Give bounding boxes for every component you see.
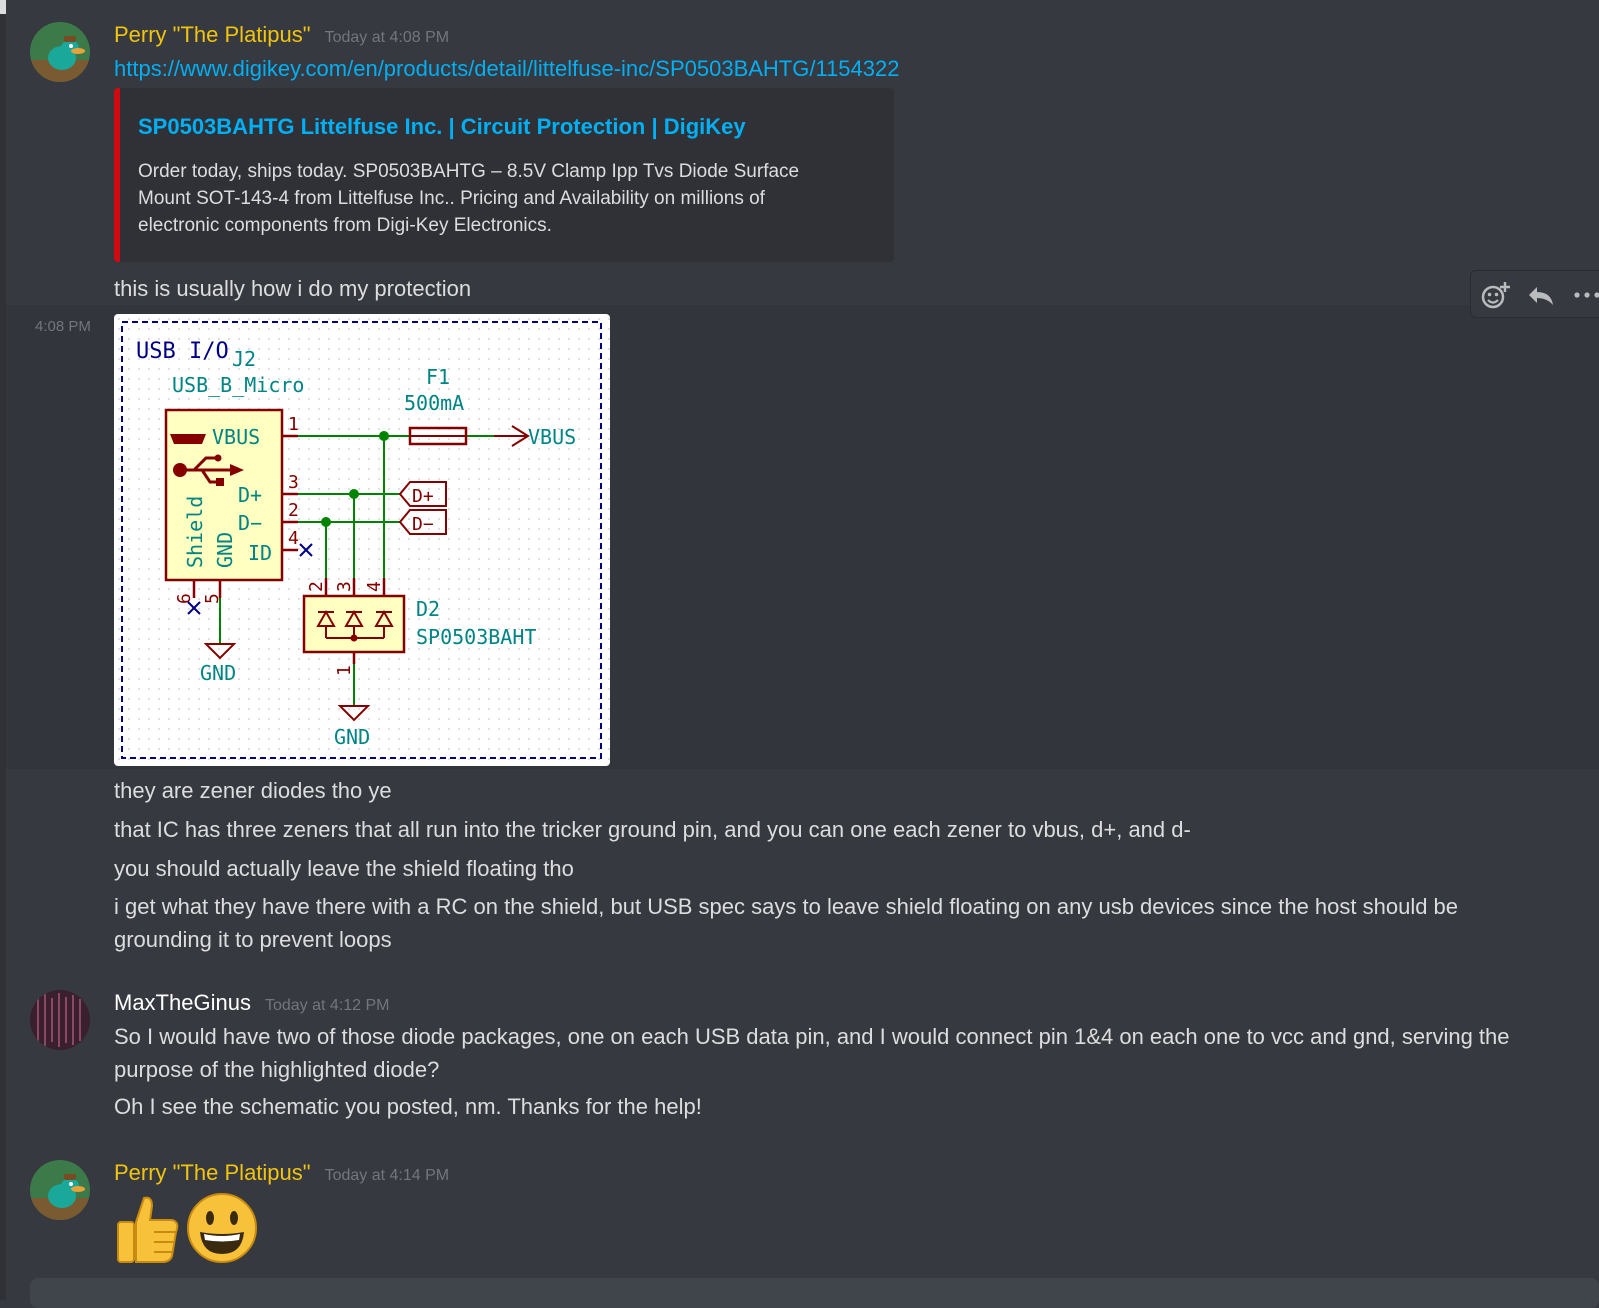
- f1-value: 500mA: [404, 391, 464, 415]
- embed-title[interactable]: SP0503BAHTG Littelfuse Inc. | Circuit Pr…: [138, 114, 746, 140]
- port-dm-label: D−: [412, 514, 434, 535]
- timestamp: Today at 4:14 PM: [324, 1167, 450, 1184]
- pin-dm-label: D−: [238, 511, 262, 535]
- message-text: Oh I see the schematic you posted, nm. T…: [114, 1094, 702, 1119]
- timestamp: Today at 4:08 PM: [324, 29, 450, 46]
- pin-num-6: 6: [174, 593, 195, 604]
- d2-pin-3: 3: [334, 581, 355, 592]
- pin-id-label: ID: [248, 541, 272, 565]
- reply-icon[interactable]: [1525, 279, 1557, 311]
- more-icon[interactable]: [1571, 279, 1599, 311]
- usb-port-icon: [170, 434, 206, 444]
- username[interactable]: MaxTheGinus: [114, 990, 251, 1016]
- port-dp-label: D+: [412, 486, 434, 507]
- j2-ref: J2: [232, 347, 256, 371]
- message-side-timestamp: 4:08 PM: [35, 318, 91, 335]
- f1-ref: F1: [426, 365, 450, 389]
- message-text: that IC has three zeners that all run in…: [114, 817, 1191, 842]
- avatar-perry[interactable]: [30, 1160, 90, 1220]
- corner-mark: [0, 0, 6, 14]
- avatar-max[interactable]: [30, 990, 90, 1050]
- vbus-net-label: VBUS: [528, 425, 576, 449]
- message-text: this is usually how i do my protection: [114, 276, 472, 301]
- thumbs-up-icon: [117, 1196, 179, 1263]
- avatar-perry[interactable]: [30, 22, 90, 82]
- pin-gnd-label: GND: [213, 532, 237, 568]
- link-embed: SP0503BAHTG Littelfuse Inc. | Circuit Pr…: [114, 88, 894, 262]
- message-toolbar: [1470, 270, 1599, 318]
- message-text: So I would have two of those diode packa…: [114, 1024, 1510, 1082]
- pin-dp-label: D+: [238, 483, 262, 507]
- message-header: Perry "The Platipus" Today at 4:08 PM: [114, 22, 449, 48]
- gnd-label-1: GND: [200, 661, 236, 685]
- username[interactable]: Perry "The Platipus": [114, 1160, 311, 1186]
- add-reaction-icon[interactable]: [1479, 279, 1511, 311]
- message-header: MaxTheGinus Today at 4:12 PM: [114, 990, 389, 1016]
- message-text: i get what they have there with a RC on …: [114, 894, 1459, 952]
- message-text: they are zener diodes tho ye: [114, 778, 392, 803]
- pin-num-4: 4: [288, 528, 299, 549]
- sheet-label: USB I/O: [136, 339, 229, 364]
- pin-shield-label: Shield: [183, 496, 207, 568]
- gnd-label-2: GND: [334, 725, 370, 749]
- message-header: Perry "The Platipus" Today at 4:14 PM: [114, 1160, 449, 1186]
- digikey-link[interactable]: https://www.digikey.com/en/products/deta…: [114, 52, 899, 85]
- d2-pin-4: 4: [364, 581, 385, 592]
- pin-vbus-label: VBUS: [212, 425, 260, 449]
- d2-value: SP0503BAHT: [416, 625, 536, 649]
- j2-value: USB_B_Micro: [172, 373, 304, 397]
- message-text: you should actually leave the shield flo…: [114, 856, 574, 881]
- d2-pin-2: 2: [306, 581, 327, 592]
- pin-num-2: 2: [288, 500, 299, 521]
- pin-num-1: 1: [288, 414, 299, 435]
- embed-description: Order today, ships today. SP0503BAHTG – …: [138, 161, 800, 236]
- d2-pin-1: 1: [334, 665, 355, 676]
- smiley-icon: [187, 1193, 257, 1263]
- emoji-message: [114, 1192, 258, 1264]
- username[interactable]: Perry "The Platipus": [114, 22, 311, 48]
- d2-ref: D2: [416, 597, 440, 621]
- message-composer[interactable]: [30, 1278, 1599, 1308]
- schematic-image[interactable]: USB I/O J2 USB_B_Micro F1 500mA VBUS D+ …: [114, 314, 610, 766]
- timestamp: Today at 4:12 PM: [264, 997, 390, 1014]
- pin-num-3: 3: [288, 472, 299, 493]
